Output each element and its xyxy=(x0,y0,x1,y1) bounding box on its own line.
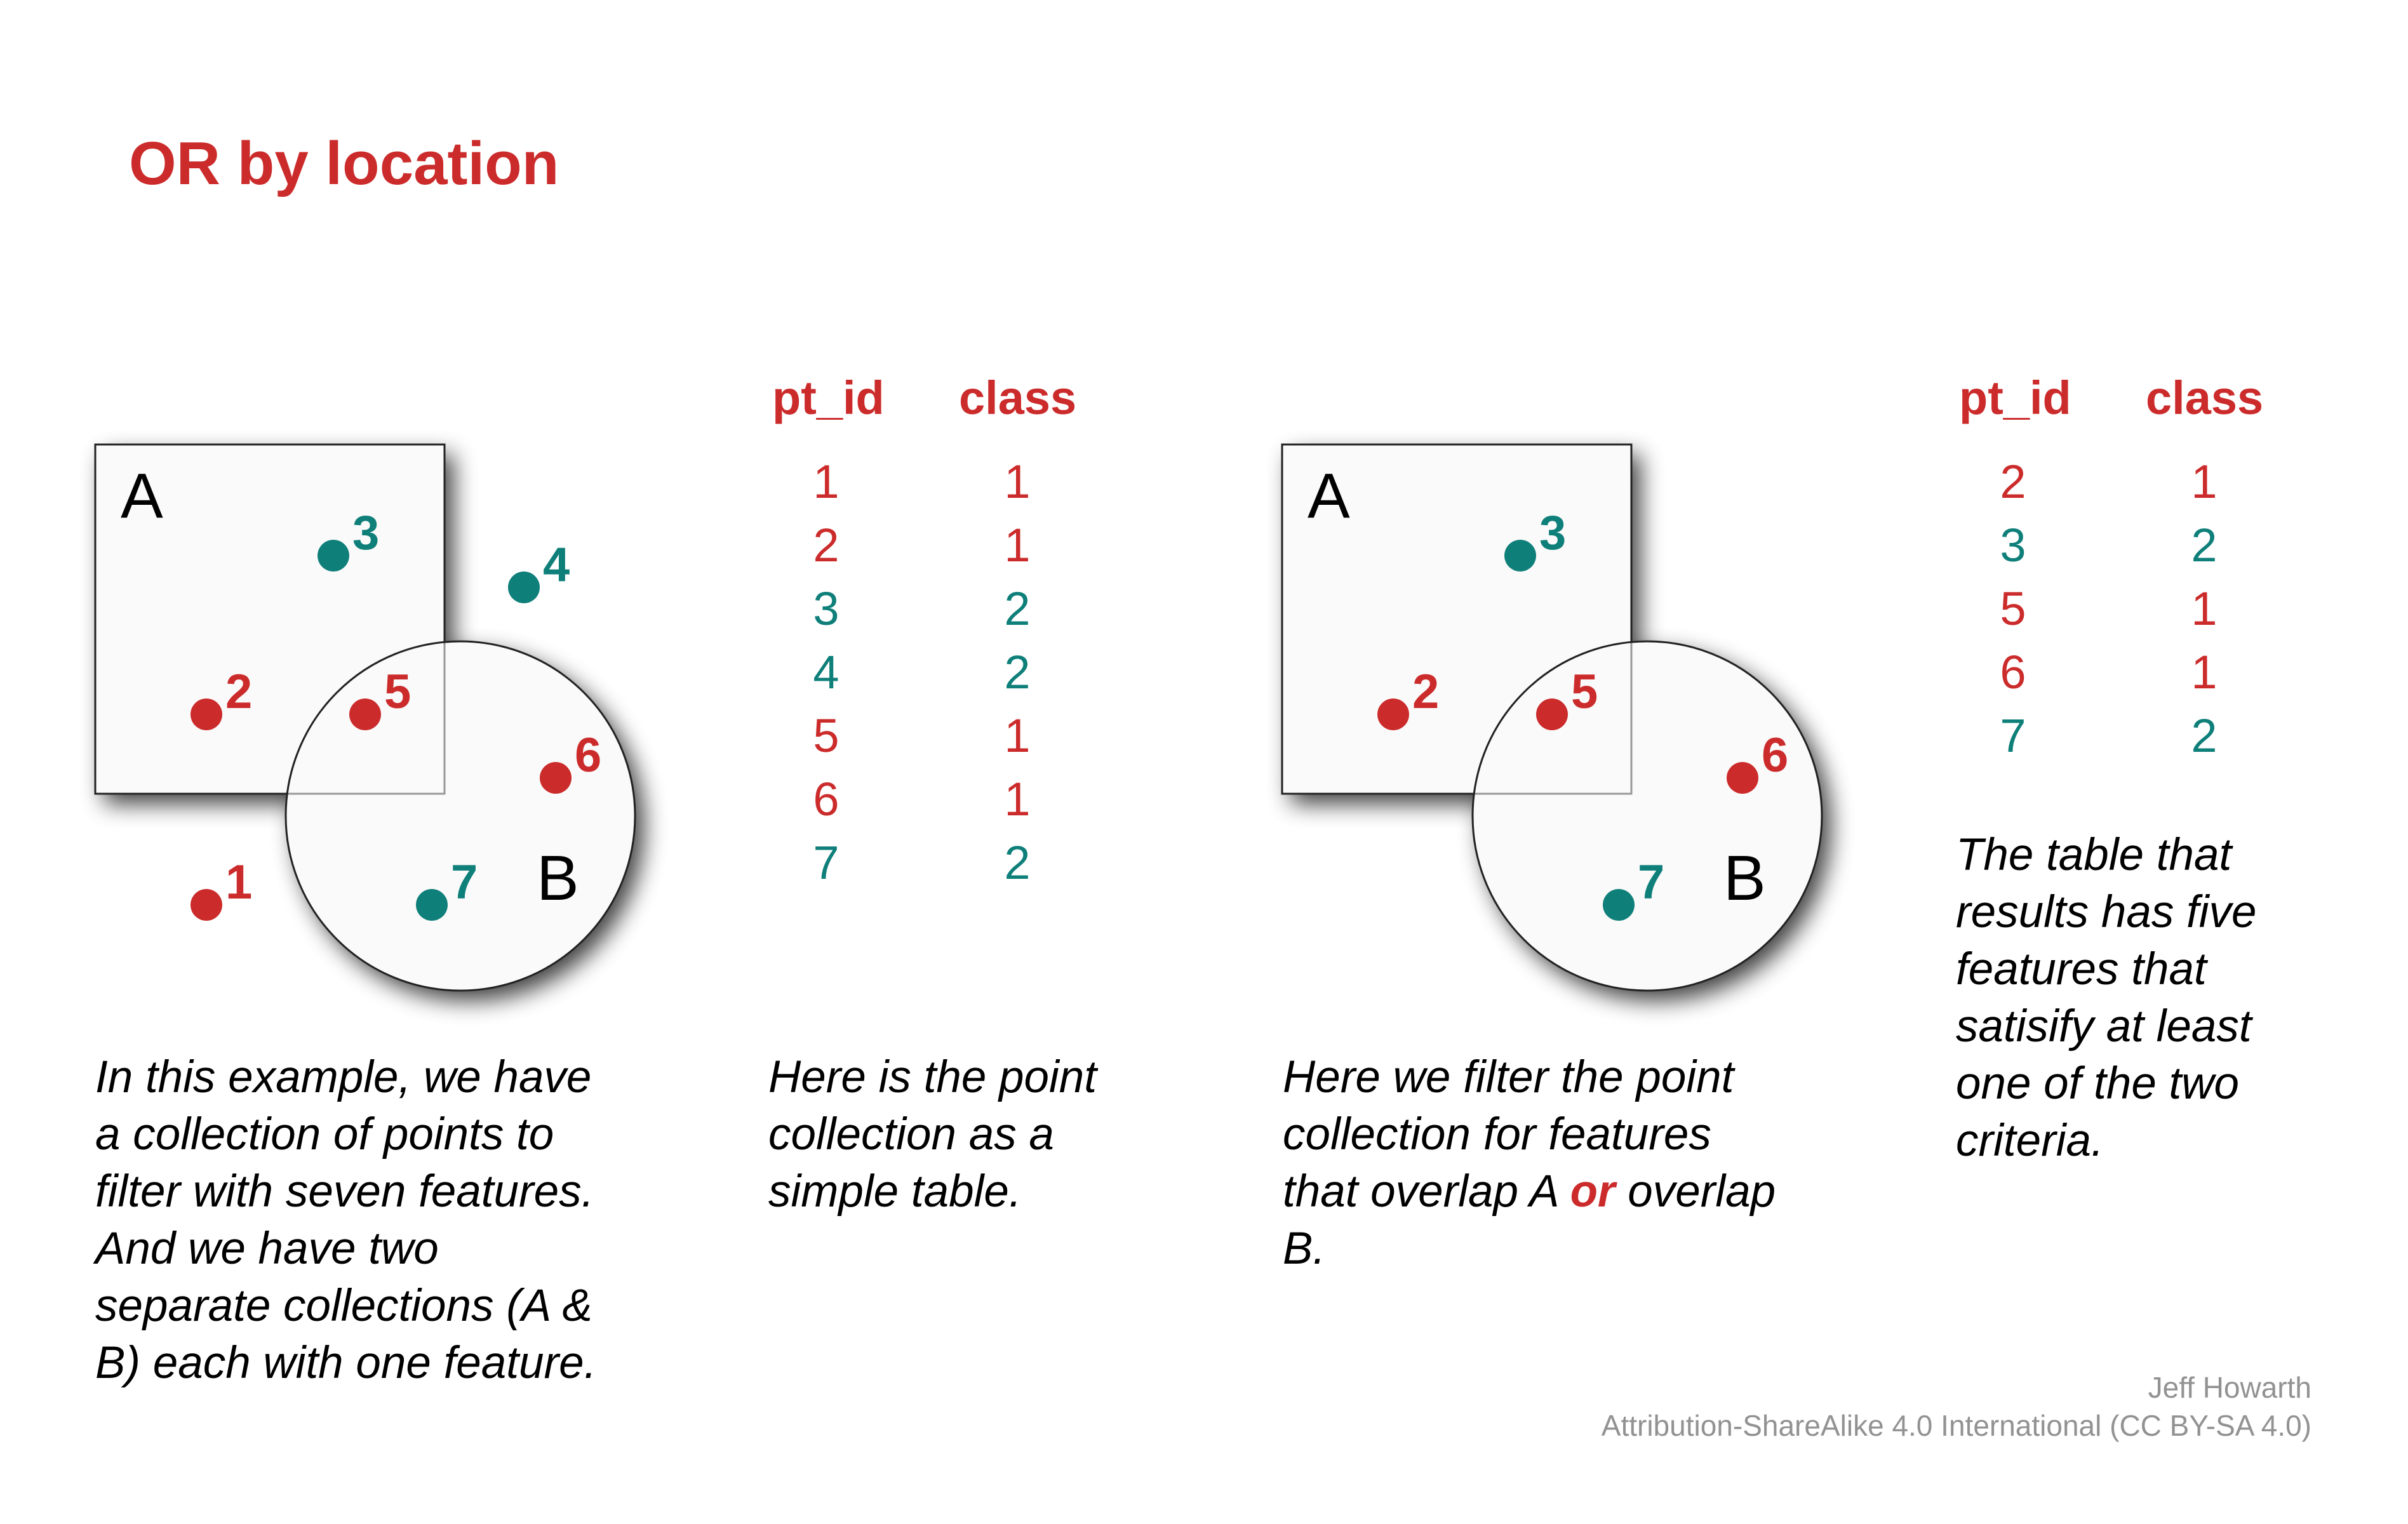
caption-intro: In this example, we have a collection of… xyxy=(95,1049,596,1392)
caption-line: criteria. xyxy=(1956,1116,2104,1166)
point-label-7: 7 xyxy=(451,855,478,909)
polygon-a-label: A xyxy=(121,460,163,531)
point-marker-7 xyxy=(1603,889,1635,921)
caption-result: The table that results has five features… xyxy=(1956,827,2257,1170)
point-label-7: 7 xyxy=(1638,855,1665,909)
table-cell-pt-id: 7 xyxy=(2000,709,2026,762)
polygon-b-label: B xyxy=(537,843,579,914)
point-label-3: 3 xyxy=(1539,506,1567,560)
point-marker-5 xyxy=(349,698,381,730)
table-cell-pt-id: 5 xyxy=(2000,582,2026,635)
point-label-4: 4 xyxy=(543,538,570,592)
table-cell-class: 1 xyxy=(1004,519,1031,572)
table-cell-class: 1 xyxy=(1004,773,1031,826)
table-header-pt-id: pt_id xyxy=(1959,371,2071,424)
point-label-2: 2 xyxy=(225,665,253,719)
caption-line: satisify at least xyxy=(1956,1001,2252,1052)
table-cell-pt-id: 2 xyxy=(813,519,839,572)
caption-line: that overlap A or overlap xyxy=(1283,1163,1776,1220)
point-label-5: 5 xyxy=(384,665,411,719)
point-marker-3 xyxy=(318,540,349,572)
polygon-b-label: B xyxy=(1723,843,1766,914)
table-cell-class: 1 xyxy=(2191,646,2217,698)
caption-text: overlap xyxy=(1615,1166,1776,1217)
table-cell-class: 1 xyxy=(1004,709,1031,762)
caption-filter: Here we filter the point collection for … xyxy=(1283,1049,1776,1278)
point-label-1: 1 xyxy=(225,855,253,909)
caption-line: In this example, we have xyxy=(95,1052,592,1102)
caption-line: B) each with one feature. xyxy=(95,1338,597,1388)
point-label-3: 3 xyxy=(352,506,380,560)
table-header-pt-id: pt_id xyxy=(772,371,885,424)
caption-line: Here we filter the point xyxy=(1283,1052,1734,1102)
point-marker-6 xyxy=(540,762,572,794)
caption-line: features that xyxy=(1956,944,2207,994)
table-cell-pt-id: 2 xyxy=(2000,455,2026,508)
diagram-all-points: A B 1 2 3 4 5 6 7 xyxy=(0,0,699,1080)
table-cell-class: 2 xyxy=(2191,519,2217,572)
polygon-b-circle xyxy=(1471,640,1823,992)
diagram-filtered-points: A B 2 3 5 6 7 xyxy=(1187,0,1885,1080)
point-marker-4 xyxy=(508,572,540,603)
caption-line: And we have two xyxy=(95,1224,439,1274)
table-cell-class: 1 xyxy=(2191,455,2217,508)
caption-line: collection as a xyxy=(768,1109,1054,1160)
point-label-6: 6 xyxy=(575,728,602,782)
table-cell-pt-id: 3 xyxy=(2000,519,2026,572)
caption-text: that overlap A xyxy=(1283,1166,1570,1217)
table-cell-pt-id: 1 xyxy=(813,455,839,508)
polygon-a-label: A xyxy=(1308,460,1350,531)
or-highlight: or xyxy=(1570,1166,1615,1217)
caption-line: filter with seven features. xyxy=(95,1166,594,1217)
point-marker-6 xyxy=(1727,762,1758,794)
table-cell-pt-id: 6 xyxy=(2000,646,2026,698)
polygon-b-circle xyxy=(284,640,636,992)
caption-line: simple table. xyxy=(768,1166,1022,1217)
caption-line: a collection of points to xyxy=(95,1109,554,1160)
caption-line: Here is the point xyxy=(768,1052,1097,1102)
table-cell-class: 2 xyxy=(1004,646,1031,698)
caption-line: one of the two xyxy=(1956,1059,2240,1109)
table-cell-pt-id: 6 xyxy=(813,773,839,826)
point-marker-5 xyxy=(1536,698,1568,730)
diagram-svg xyxy=(1281,443,1823,992)
table-cell-pt-id: 3 xyxy=(813,582,839,635)
caption-line: collection for features xyxy=(1283,1109,1711,1160)
caption-line: B. xyxy=(1283,1224,1326,1274)
point-marker-3 xyxy=(1504,540,1536,572)
point-label-6: 6 xyxy=(1762,728,1789,782)
table-cell-class: 2 xyxy=(1004,836,1031,889)
table-header-class: class xyxy=(959,371,1077,424)
point-marker-2 xyxy=(1377,698,1409,730)
table-cell-class: 1 xyxy=(1004,455,1031,508)
table-cell-pt-id: 5 xyxy=(813,709,839,762)
table-cell-class: 2 xyxy=(1004,582,1031,635)
caption-table: Here is the point collection as a simple… xyxy=(768,1049,1097,1220)
caption-line: The table that xyxy=(1956,830,2232,880)
footer-author: Jeff Howarth xyxy=(2148,1371,2311,1404)
table-cell-class: 1 xyxy=(2191,582,2217,635)
caption-line: separate collections (A & xyxy=(95,1281,592,1331)
point-label-5: 5 xyxy=(1571,665,1598,719)
table-header-class: class xyxy=(2146,371,2264,424)
point-label-2: 2 xyxy=(1412,665,1440,719)
point-marker-7 xyxy=(416,889,448,921)
table-cell-class: 2 xyxy=(2191,709,2217,762)
caption-line: results has five xyxy=(1956,887,2257,937)
footer-license: Attribution-ShareAlike 4.0 International… xyxy=(1601,1409,2311,1442)
diagram-svg xyxy=(94,443,636,992)
point-marker-1 xyxy=(191,889,222,921)
footer: Jeff Howarth Attribution-ShareAlike 4.0 … xyxy=(1602,1368,2311,1445)
point-marker-2 xyxy=(191,698,222,730)
table-cell-pt-id: 4 xyxy=(813,646,839,698)
table-cell-pt-id: 7 xyxy=(813,836,839,889)
